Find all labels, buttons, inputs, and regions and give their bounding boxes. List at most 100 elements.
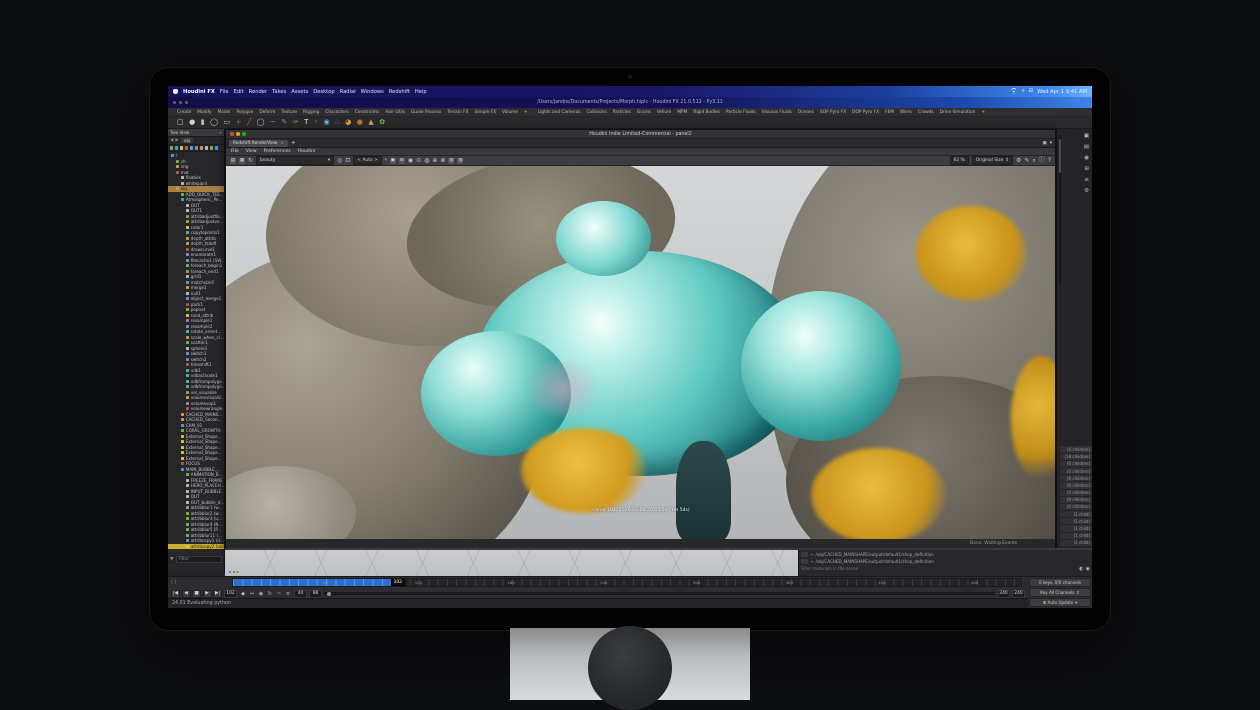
tab-tree-view[interactable]: Tree View bbox=[170, 130, 189, 135]
grid-icon[interactable]: ⊞ bbox=[399, 158, 405, 164]
tree-node-row[interactable]: attribcopy2 (uv) bbox=[168, 544, 224, 550]
list-icon[interactable]: ≡ bbox=[1084, 177, 1089, 183]
menu-view[interactable]: View bbox=[246, 149, 257, 154]
menubar-menu-item[interactable]: Takes bbox=[272, 89, 286, 95]
menubar-menu-item[interactable]: Windows bbox=[361, 89, 384, 95]
playback-option-icon[interactable]: ~ bbox=[275, 591, 283, 597]
add-layer-icon[interactable]: ▧ bbox=[457, 158, 463, 164]
tree-filter-type-icon[interactable] bbox=[200, 146, 203, 149]
pin-panel-icon[interactable]: ▣ bbox=[1084, 133, 1089, 139]
menubar-app-name[interactable]: Houdini FX bbox=[183, 89, 215, 95]
shelf-tab[interactable]: Volume bbox=[499, 109, 521, 116]
camera-icon[interactable]: ◉ bbox=[1084, 155, 1089, 161]
shelf-tab[interactable]: Collisions bbox=[584, 109, 610, 116]
shelf-tab[interactable]: Hair Utils bbox=[382, 109, 408, 116]
rock-tool-icon[interactable]: ● bbox=[357, 119, 363, 126]
shelf-tab[interactable]: Viscous Fluids bbox=[759, 109, 795, 116]
render-image[interactable]: Frame 102: 2026-02-06 20:03:50 (1m 54s) bbox=[226, 166, 1055, 539]
tree-filter-type-icon[interactable] bbox=[185, 146, 188, 149]
box-tool-icon[interactable]: ▢ bbox=[177, 119, 184, 126]
open-folder-icon[interactable]: ▤ bbox=[230, 158, 236, 164]
nav-back-icon[interactable]: ◀ bbox=[170, 138, 173, 143]
pen-tool-icon[interactable]: ✑ bbox=[293, 119, 299, 126]
playback-option-icon[interactable]: ↻ bbox=[266, 591, 274, 597]
tree-filter-type-icon[interactable] bbox=[180, 146, 183, 149]
tree-filter-type-icon[interactable] bbox=[175, 146, 178, 149]
particles-tool-icon[interactable]: ∴ bbox=[335, 119, 339, 126]
children-count-row[interactable]: (1 child) bbox=[1060, 540, 1092, 546]
add-tab-button[interactable]: + bbox=[219, 130, 222, 135]
tree-filter-type-icon[interactable] bbox=[170, 146, 173, 149]
settings-gear-icon[interactable]: ⚙ bbox=[1084, 188, 1089, 194]
playback-option-icon[interactable]: ◆ bbox=[239, 591, 247, 597]
shelf-tab[interactable]: Rigid Bodies bbox=[690, 109, 723, 116]
gear-icon[interactable]: ⚙ bbox=[1016, 158, 1021, 164]
menubar-menu-item[interactable]: Radial bbox=[340, 89, 356, 95]
menubar-menu-item[interactable]: Desktop bbox=[313, 89, 334, 95]
null-tool-icon[interactable]: ◦ bbox=[314, 119, 318, 126]
auto-update-select[interactable]: Auto Update▾ bbox=[1029, 598, 1091, 607]
shelf-tab[interactable]: Polygon bbox=[233, 109, 256, 116]
snapshot-restore-icon[interactable]: ◉ bbox=[408, 158, 413, 164]
range-start-field[interactable]: 44 bbox=[294, 590, 307, 598]
grid-tool-icon[interactable]: ▭ bbox=[223, 119, 230, 126]
shelf-tab[interactable]: + bbox=[521, 109, 531, 116]
refresh-render-icon[interactable]: ↻ bbox=[248, 158, 253, 164]
close-tab-icon[interactable]: × bbox=[280, 141, 284, 146]
children-count-row[interactable]: (1 child) bbox=[1060, 518, 1092, 524]
render-thumb-icon[interactable]: ◉ bbox=[1086, 566, 1090, 572]
pane-menu-icon[interactable]: ▣ bbox=[1042, 141, 1046, 146]
menu-houdini[interactable]: Houdini bbox=[298, 149, 316, 154]
children-count-row[interactable]: (0 children) bbox=[1060, 482, 1092, 488]
menu-file[interactable]: File bbox=[231, 149, 239, 154]
sphere-tool-icon[interactable]: ● bbox=[189, 119, 195, 126]
tree-filter-type-icon[interactable] bbox=[205, 146, 208, 149]
fit-view-icon[interactable]: ⊕ bbox=[432, 158, 437, 164]
curve-tool-icon[interactable]: ~ bbox=[270, 119, 276, 126]
layout-icon[interactable]: ▤ bbox=[1084, 144, 1089, 150]
shelf-tab[interactable]: MPM bbox=[674, 109, 690, 116]
shelf-tab[interactable]: Texture bbox=[278, 109, 300, 116]
range-slider-handle[interactable] bbox=[327, 592, 331, 596]
tree-filter-input[interactable]: Filter bbox=[176, 556, 222, 563]
nav-forward-icon[interactable]: ▶ bbox=[175, 138, 178, 143]
range-slider[interactable] bbox=[324, 592, 995, 595]
crop-icon[interactable]: ⊡ bbox=[345, 158, 350, 164]
auto-resolution-stepper[interactable]: < Auto > bbox=[353, 156, 381, 164]
shelf-tab[interactable]: Characters bbox=[322, 109, 351, 116]
chevron-down-icon[interactable]: ▾ bbox=[385, 158, 387, 163]
children-count-row[interactable]: (1 child) bbox=[1060, 511, 1092, 517]
shelf-tab[interactable]: Drive Simulation bbox=[937, 109, 979, 116]
help-icon[interactable]: ? bbox=[1048, 158, 1051, 164]
range-end-field[interactable]: 240 bbox=[997, 590, 1010, 598]
playhead[interactable]: 102 bbox=[391, 579, 405, 586]
lock-icon[interactable]: ▣ bbox=[390, 158, 396, 164]
font-tool-icon[interactable]: T bbox=[304, 119, 308, 126]
children-count-row[interactable]: (0 children) bbox=[1060, 475, 1092, 481]
animation-editor-strip[interactable] bbox=[225, 548, 798, 576]
line-tool-icon[interactable]: ╱ bbox=[247, 119, 251, 126]
shelf-tab[interactable]: Particle Fluids bbox=[723, 109, 759, 116]
new-tab-button[interactable]: + bbox=[291, 140, 296, 146]
keys-channels-button[interactable]: 0 keys, 0/0 channels bbox=[1029, 578, 1091, 587]
shelf-tab[interactable]: Guide Process bbox=[408, 109, 444, 116]
transport-button[interactable]: ▶| bbox=[213, 590, 222, 598]
spotlight-search-icon[interactable]: ⌕ bbox=[1022, 89, 1025, 94]
current-frame-field[interactable]: 102 bbox=[224, 590, 237, 598]
shelf-tab[interactable]: Constraints bbox=[352, 109, 383, 116]
menubar-clock[interactable]: Wed Apr 1 9:41 AM bbox=[1037, 89, 1087, 95]
timeline-options-icon[interactable]: ⟩ bbox=[175, 580, 177, 585]
shelf-tab[interactable]: Particles bbox=[610, 109, 634, 116]
shelf-tab[interactable]: Model bbox=[215, 109, 234, 116]
tree-filter-type-icon[interactable] bbox=[215, 146, 218, 149]
magnifier-icon[interactable]: ⌕ bbox=[1032, 158, 1035, 164]
timeline-ruler[interactable]: 102 60120180240300360420480 bbox=[232, 578, 1022, 587]
children-count-row[interactable]: (0 children) bbox=[1060, 461, 1092, 467]
material-row[interactable]: → /obj/CACHED_MAINSHAPE/output/default1/… bbox=[801, 558, 1090, 565]
children-count-row[interactable]: (0 children) bbox=[1060, 490, 1092, 496]
pane-maximize-icon[interactable]: ▾ bbox=[1050, 141, 1052, 146]
children-count-row[interactable]: (0 children) bbox=[1060, 446, 1092, 452]
children-count-row[interactable]: (18 children) bbox=[1060, 454, 1092, 460]
menubar-menu-item[interactable]: Assets bbox=[291, 89, 308, 95]
wifi-icon[interactable] bbox=[1011, 89, 1018, 94]
